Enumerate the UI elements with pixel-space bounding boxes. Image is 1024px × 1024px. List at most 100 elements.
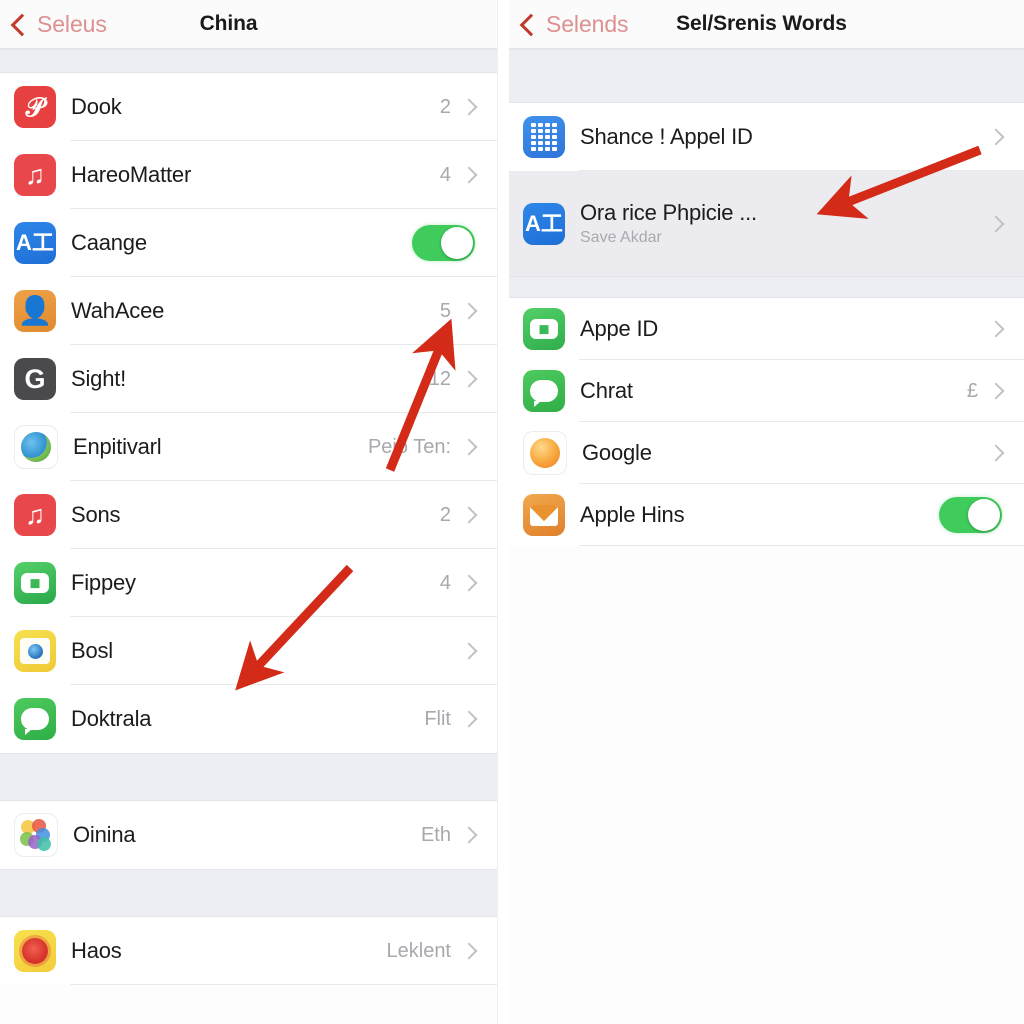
right-section-gap-1 <box>509 276 1024 298</box>
chevron-left-icon <box>10 13 34 36</box>
row-separator <box>70 984 497 985</box>
right-list-group-1: Shance ! Appel ID A工 Ora rice Phpicie ..… <box>509 103 1024 276</box>
panel-divider <box>498 0 509 1024</box>
list-item-label: WahAcee <box>71 298 165 323</box>
messages-icon <box>14 698 56 740</box>
record-icon <box>14 930 56 972</box>
left-list-group-3: Haos Leklent <box>0 917 497 985</box>
video-icon: ◼ <box>523 308 565 350</box>
g-badge-icon: G <box>14 358 56 400</box>
list-item[interactable]: ◼ Fippey 4 <box>0 549 497 617</box>
list-item-value: 4 <box>439 571 451 594</box>
list-item-label: Caange <box>71 230 147 255</box>
chevron-right-icon <box>460 574 478 592</box>
left-phone-screen: Seleus China 𝒫 Dook 2 ♫ HareoMatter 4 A工… <box>0 0 498 1024</box>
list-item-label: Google <box>582 440 652 465</box>
left-top-gap <box>0 49 497 73</box>
chevron-right-icon <box>460 506 478 524</box>
music-icon: ♫ <box>14 494 56 536</box>
list-item-label: Shance ! Appel ID <box>580 124 753 149</box>
list-item-label: Bosl <box>71 638 113 663</box>
chevron-right-icon <box>460 942 478 960</box>
list-item-label: Enpitivarl <box>73 434 162 459</box>
globe-icon <box>14 425 58 469</box>
list-item-label: Ora rice Phpicie ... <box>580 200 757 225</box>
toggle-knob <box>441 227 473 259</box>
chevron-right-icon <box>460 302 478 320</box>
chevron-right-icon <box>987 444 1005 462</box>
chevron-right-icon <box>460 826 478 844</box>
facetime-icon: ◼ <box>14 562 56 604</box>
chevron-right-icon <box>460 370 478 388</box>
list-item[interactable]: Haos Leklent <box>0 917 497 985</box>
chevron-right-icon <box>460 438 478 456</box>
list-item-label: HareoMatter <box>71 162 192 187</box>
list-item-value: Eth <box>420 823 451 846</box>
list-item[interactable]: Bosl <box>0 617 497 685</box>
list-item-value: 4 <box>439 163 451 186</box>
left-navigation-bar: Seleus China <box>0 0 497 49</box>
list-item-value: £ <box>966 379 978 402</box>
list-item[interactable]: Doktrala Flit <box>0 685 497 753</box>
right-back-label: Selends <box>546 10 629 37</box>
list-item-value: 2 <box>439 95 451 118</box>
right-list-group-2: ◼ Appe ID Chrat £ Google Apple Hins <box>509 298 1024 546</box>
contacts-icon: 👤 <box>14 290 56 332</box>
list-item[interactable]: Google <box>509 422 1024 484</box>
left-list-group-1: 𝒫 Dook 2 ♫ HareoMatter 4 A工 Caange � <box>0 73 497 753</box>
right-back-button[interactable]: Selends <box>509 10 629 38</box>
chevron-right-icon <box>460 98 478 116</box>
chevron-right-icon <box>460 642 478 660</box>
list-item-label: Sons <box>71 502 121 527</box>
list-item[interactable]: 𝒫 Dook 2 <box>0 73 497 141</box>
list-item-value: 2 <box>439 503 451 526</box>
chevron-right-icon <box>460 710 478 728</box>
list-item[interactable]: Enpitivarl Peio Ten: <box>0 413 497 481</box>
list-item-sublabel: Save Akdar <box>580 229 662 246</box>
list-item-label: Apple Hins <box>580 502 685 527</box>
translate-icon: A工 <box>14 222 56 264</box>
list-item[interactable]: ♫ Sons 2 <box>0 481 497 549</box>
list-item-label: Appe ID <box>580 316 659 341</box>
toggle-switch[interactable] <box>939 497 1002 533</box>
list-item-value: Peio Ten: <box>367 435 451 458</box>
left-back-label: Seleus <box>37 10 107 37</box>
row-separator <box>579 545 1024 546</box>
list-item[interactable]: ♫ HareoMatter 4 <box>0 141 497 209</box>
chevron-right-icon <box>987 320 1005 338</box>
list-item[interactable]: ◼ Appe ID <box>509 298 1024 360</box>
list-item-label: Oinina <box>73 822 136 847</box>
list-item-value: 12 <box>428 367 451 390</box>
music-icon: ♫ <box>14 154 56 196</box>
list-item-label: Doktrala <box>71 706 152 731</box>
toggle-switch[interactable] <box>412 225 475 261</box>
list-item-value: Flit <box>424 707 451 730</box>
left-section-gap-1 <box>0 753 497 801</box>
left-back-button[interactable]: Seleus <box>0 11 107 38</box>
list-item[interactable]: 👤 WahAcee 5 <box>0 277 497 345</box>
left-section-gap-2 <box>0 869 497 917</box>
list-item[interactable]: G Sight! 12 <box>0 345 497 413</box>
list-item[interactable]: Chrat £ <box>509 360 1024 422</box>
sphere-icon <box>523 431 567 475</box>
list-item[interactable]: Apple Hins <box>509 484 1024 546</box>
chevron-right-icon <box>460 166 478 184</box>
list-item[interactable]: Shance ! Appel ID <box>509 103 1024 171</box>
chevron-right-icon <box>987 382 1005 400</box>
list-item-label: Haos <box>71 938 122 963</box>
list-item-label: Fippey <box>71 570 136 595</box>
pinterest-icon: 𝒫 <box>14 86 56 128</box>
messages-icon <box>523 370 565 412</box>
list-item-selected[interactable]: A工 Ora rice Phpicie ... Save Akdar <box>509 171 1024 276</box>
photos-icon <box>14 813 58 857</box>
list-item-label: Chrat <box>580 378 633 403</box>
right-phone-screen: Selends Sel/Srenis Words Shance ! Appel … <box>509 0 1024 1024</box>
list-item-label: Dook <box>71 94 122 119</box>
list-item-value: Leklent <box>386 939 452 962</box>
list-item[interactable]: Oinina Eth <box>0 801 497 869</box>
chevron-right-icon <box>987 128 1005 146</box>
left-list-group-2: Oinina Eth <box>0 801 497 869</box>
toggle-knob <box>968 499 1000 531</box>
list-item-label: Sight! <box>71 366 127 391</box>
list-item[interactable]: A工 Caange <box>0 209 497 277</box>
